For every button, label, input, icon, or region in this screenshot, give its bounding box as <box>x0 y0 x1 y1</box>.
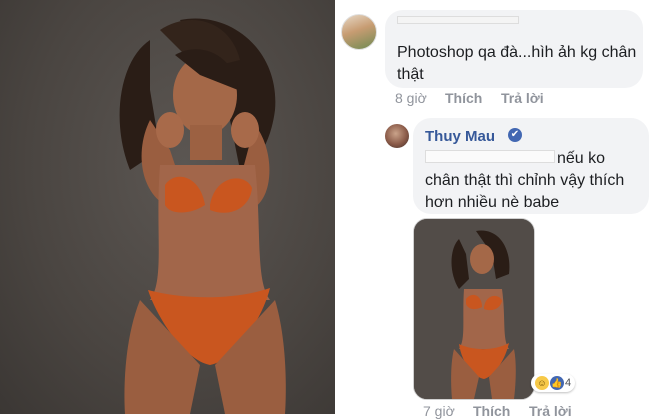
comment-text: Photoshop qa đà...hìh ảh kg chân thật <box>397 44 637 83</box>
reply-photo-thumbnail[interactable] <box>413 218 535 400</box>
reaction-count: 4 <box>565 377 572 389</box>
reactions-summary[interactable]: ☺ 👍 4 <box>531 374 576 392</box>
comment-time[interactable]: 8 giờ <box>395 90 427 106</box>
like-link[interactable]: Thích <box>445 90 482 106</box>
thuy-mau-avatar[interactable] <box>385 124 409 148</box>
reply-link[interactable]: Trả lời <box>501 90 544 106</box>
woman-photo-illustration <box>119 18 286 414</box>
main-photo <box>0 0 335 414</box>
reply-reply-link[interactable]: Trả lời <box>529 403 572 419</box>
comments-panel: Photoshop qa đà...hìh ảh kg chân thật 8 … <box>335 0 660 419</box>
redacted-name <box>397 16 519 24</box>
author-name[interactable]: Thuy Mau <box>425 128 495 145</box>
reply-bubble: Thuy Mau ✔ nếu ko chân thật thì chỉnh vậ… <box>413 118 649 214</box>
reply-time[interactable]: 7 giờ <box>423 403 455 419</box>
haha-reaction-icon: ☺ <box>535 376 549 390</box>
reply-text: nếu ko chân thật thì chỉnh vậy thích hơn… <box>425 150 625 211</box>
thumbnail-illustration <box>414 219 534 399</box>
commenter-avatar[interactable] <box>341 14 377 50</box>
verified-badge-icon: ✔ <box>508 128 522 142</box>
like-reaction-icon: 👍 <box>550 376 564 390</box>
reply-like-link[interactable]: Thích <box>473 403 510 419</box>
